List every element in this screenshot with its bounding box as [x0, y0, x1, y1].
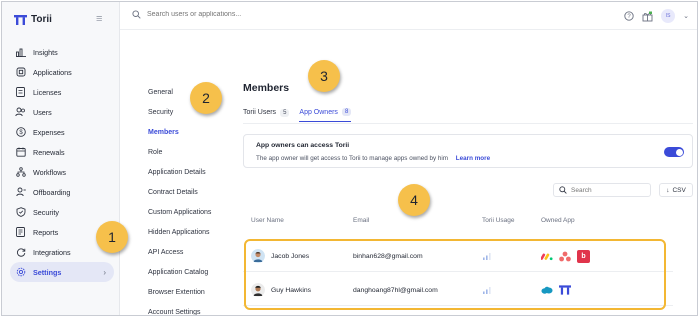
- callout-number: 1: [108, 229, 116, 245]
- search-icon: [132, 10, 141, 19]
- app-owner-access-toggle[interactable]: [664, 147, 684, 157]
- app-window: Torii ≡ Insights Applications Licenses U…: [1, 1, 698, 316]
- sidebar-item-label: Reports: [33, 227, 59, 237]
- sidebar: Torii ≡ Insights Applications Licenses U…: [2, 2, 120, 315]
- sidebar-item-renewals[interactable]: Renewals: [10, 142, 114, 162]
- settings-menu-custom-applications[interactable]: Custom Applications: [148, 202, 238, 222]
- tab-app-owners[interactable]: App Owners 8: [299, 108, 352, 122]
- global-search-input[interactable]: [147, 11, 307, 18]
- members-search-input[interactable]: [571, 186, 641, 194]
- tab-label: App Owners: [299, 108, 338, 116]
- tab-count: 8: [341, 108, 352, 116]
- gift-icon[interactable]: [642, 11, 653, 22]
- column-header-owned-app[interactable]: Owned App: [541, 217, 575, 224]
- sidebar-item-label: Licenses: [33, 87, 62, 97]
- member-tabs: Torii Users 5 App Owners 8: [243, 108, 352, 122]
- sidebar-item-offboarding[interactable]: Offboarding: [10, 182, 114, 202]
- callout-2: 2: [190, 82, 222, 114]
- torii-logo[interactable]: Torii: [14, 14, 52, 25]
- settings-menu-members[interactable]: Members: [148, 122, 238, 142]
- report-icon: [15, 227, 26, 238]
- sidebar-item-expenses[interactable]: $ Expenses: [10, 122, 114, 142]
- offboarding-icon: [15, 187, 26, 198]
- sidebar-item-applications[interactable]: Applications: [10, 62, 114, 82]
- gear-icon: [15, 267, 26, 278]
- sidebar-item-workflows[interactable]: Workflows: [10, 162, 114, 182]
- settings-menu-application-catalog[interactable]: Application Catalog: [148, 262, 238, 282]
- members-search[interactable]: [553, 183, 651, 197]
- settings-menu-contract-details[interactable]: Contract Details: [148, 182, 238, 202]
- integrations-icon: [15, 247, 26, 258]
- access-description-text: The app owner will get access to Torii t…: [256, 155, 449, 162]
- callout-number: 4: [410, 192, 418, 208]
- download-icon: ↓: [666, 186, 670, 194]
- torii-logo-icon: [14, 14, 27, 25]
- settings-menu-browser-extension[interactable]: Browser Extention: [148, 282, 238, 302]
- callout-4: 4: [398, 184, 430, 216]
- sidebar-item-label: Applications: [33, 67, 72, 77]
- callout-1: 1: [96, 221, 128, 253]
- app-name: Torii: [31, 14, 52, 25]
- chart-icon: [15, 47, 26, 58]
- sidebar-item-label: Expenses: [33, 127, 65, 137]
- sidebar-item-label: Integrations: [33, 247, 71, 257]
- callout-number: 2: [202, 90, 210, 106]
- settings-menu: General Security Members Role Applicatio…: [148, 82, 238, 316]
- sidebar-item-label: Settings: [33, 267, 62, 277]
- users-icon: [15, 107, 26, 118]
- column-header-user-name[interactable]: User Name: [251, 217, 284, 224]
- sidebar-item-label: Offboarding: [33, 187, 71, 197]
- sidebar-item-security[interactable]: Security: [10, 202, 114, 222]
- top-right-actions: ? IS ⌄: [624, 9, 689, 23]
- workflow-icon: [15, 167, 26, 178]
- column-header-torii-usage[interactable]: Torii Usage: [482, 217, 515, 224]
- apps-icon: [15, 67, 26, 78]
- settings-menu-hidden-applications[interactable]: Hidden Applications: [148, 222, 238, 242]
- dollar-icon: $: [15, 127, 26, 138]
- sidebar-item-label: Renewals: [33, 147, 65, 157]
- calendar-icon: [15, 147, 26, 158]
- settings-menu-api-access[interactable]: API Access: [148, 242, 238, 262]
- sidebar-item-users[interactable]: Users: [10, 102, 114, 122]
- rows-highlight: [244, 239, 666, 310]
- shield-icon: [15, 207, 26, 218]
- tab-torii-users[interactable]: Torii Users 5: [243, 108, 290, 122]
- help-icon[interactable]: ?: [624, 11, 634, 21]
- access-title: App owners can access Torii: [256, 142, 350, 149]
- learn-more-link[interactable]: Learn more: [456, 155, 490, 162]
- tab-count: 5: [280, 108, 290, 117]
- settings-menu-account-settings[interactable]: Account Settings: [148, 302, 238, 316]
- table-actions: ↓ CSV: [553, 183, 693, 197]
- app-owner-access-card: App owners can access Torii The app owne…: [243, 134, 693, 168]
- sidebar-item-label: Security: [33, 207, 59, 217]
- license-icon: [15, 87, 26, 98]
- sidebar-item-settings[interactable]: Settings ›: [10, 262, 114, 282]
- sidebar-item-licenses[interactable]: Licenses: [10, 82, 114, 102]
- sidebar-item-label: Users: [33, 107, 52, 117]
- sidebar-item-insights[interactable]: Insights: [10, 42, 114, 62]
- export-csv-button[interactable]: ↓ CSV: [659, 183, 693, 197]
- top-bar: ? IS ⌄: [120, 2, 697, 30]
- page-title: Members: [243, 82, 290, 94]
- csv-label: CSV: [672, 186, 686, 194]
- sidebar-item-label: Insights: [33, 47, 58, 57]
- settings-menu-role[interactable]: Role: [148, 142, 238, 162]
- callout-3: 3: [308, 60, 340, 92]
- search-icon: [559, 186, 567, 194]
- sidebar-item-label: Workflows: [33, 167, 67, 177]
- svg-text:?: ?: [627, 14, 631, 20]
- user-avatar[interactable]: IS: [661, 9, 676, 23]
- column-header-email[interactable]: Email: [353, 217, 369, 224]
- settings-menu-application-details[interactable]: Application Details: [148, 162, 238, 182]
- svg-text:$: $: [19, 130, 23, 136]
- access-description: The app owner will get access to Torii t…: [256, 155, 490, 162]
- tabs-divider: [243, 123, 693, 124]
- collapse-sidebar-icon[interactable]: ≡: [96, 13, 102, 25]
- callout-number: 3: [320, 68, 328, 84]
- global-search[interactable]: [132, 10, 307, 19]
- tab-label: Torii Users: [243, 109, 277, 116]
- chevron-right-icon: ›: [103, 267, 106, 277]
- chevron-down-icon[interactable]: ⌄: [683, 12, 689, 20]
